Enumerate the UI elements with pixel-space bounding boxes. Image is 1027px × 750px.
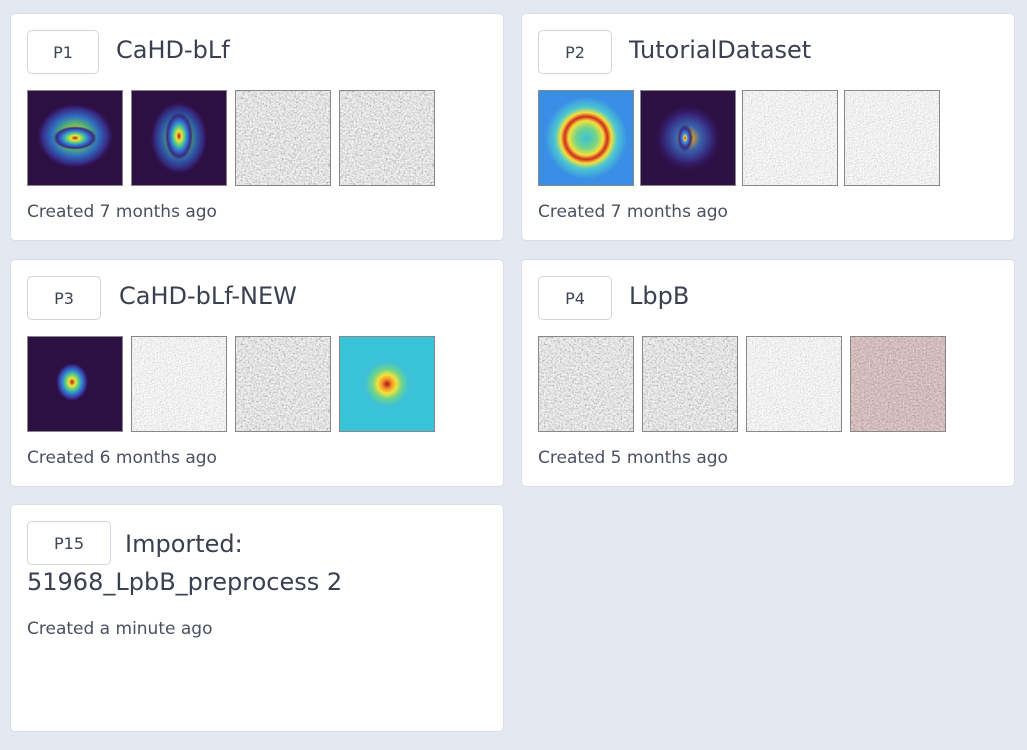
- micrograph-icon: [235, 336, 331, 432]
- micrograph-tinted-icon: [850, 336, 946, 432]
- heatmap-cyan-icon: [339, 336, 435, 432]
- micrograph-icon: [339, 90, 435, 186]
- project-id-badge: P3: [27, 276, 101, 320]
- micrograph-icon: [844, 90, 940, 186]
- project-title-line2: 51968_LpbB_preprocess 2: [27, 568, 343, 596]
- project-title: CaHD-bLf: [116, 36, 230, 64]
- thumbnail-row: [27, 336, 435, 432]
- thumbnail-row: [538, 90, 940, 186]
- heatmap-blob-icon: [27, 90, 123, 186]
- project-id-badge: P4: [538, 276, 612, 320]
- thumbnail-row: [27, 90, 435, 186]
- thumbnail-row: [538, 336, 946, 432]
- project-title: LbpB: [629, 282, 690, 310]
- created-date: Created 5 months ago: [538, 448, 728, 468]
- project-title: Imported: 51968_LpbB_preprocess 2: [27, 525, 487, 601]
- project-card-p3[interactable]: P3 CaHD-bLf-NEW Created 6 months ago: [10, 259, 504, 487]
- micrograph-icon: [131, 336, 227, 432]
- project-title-line1: Imported:: [125, 530, 243, 558]
- created-date: Created 7 months ago: [538, 202, 728, 222]
- project-card-p4[interactable]: P4 LbpB Created 5 months ago: [521, 259, 1015, 487]
- created-date: Created a minute ago: [27, 619, 213, 639]
- project-title: CaHD-bLf-NEW: [119, 282, 297, 310]
- micrograph-icon: [235, 90, 331, 186]
- micrograph-icon: [642, 336, 738, 432]
- project-card-p2[interactable]: P2 TutorialDataset Created 7 months ago: [521, 13, 1015, 241]
- micrograph-icon: [746, 336, 842, 432]
- micrograph-icon: [538, 336, 634, 432]
- project-card-p1[interactable]: P1 CaHD-bLf Created 7 months ago: [10, 13, 504, 241]
- project-title: TutorialDataset: [629, 36, 812, 64]
- heatmap-ring-icon: [538, 90, 634, 186]
- created-date: Created 6 months ago: [27, 448, 217, 468]
- project-id-badge: P1: [27, 30, 99, 74]
- heatmap-dot-icon: [640, 90, 736, 186]
- heatmap-small-blob-icon: [27, 336, 123, 432]
- heatmap-elongated-icon: [131, 90, 227, 186]
- micrograph-icon: [742, 90, 838, 186]
- created-date: Created 7 months ago: [27, 202, 217, 222]
- project-card-p15[interactable]: P15 Imported: 51968_LpbB_preprocess 2 Cr…: [10, 504, 504, 732]
- project-id-badge: P2: [538, 30, 612, 74]
